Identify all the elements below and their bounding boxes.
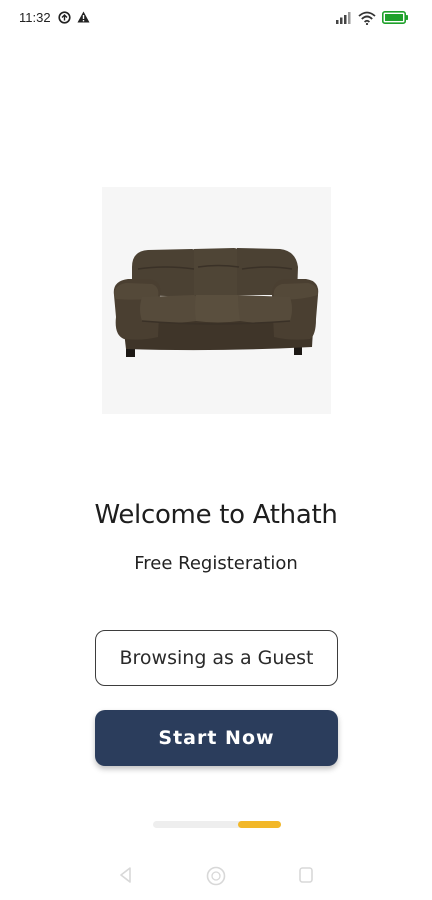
alert-triangle-icon [77, 11, 90, 23]
signal-icon [336, 12, 351, 24]
battery-icon [382, 11, 408, 24]
home-icon[interactable] [205, 866, 227, 886]
hero-image [102, 187, 331, 414]
back-icon[interactable] [118, 866, 132, 884]
welcome-title: Welcome to Athath [94, 500, 338, 530]
browse-as-guest-button[interactable]: Browsing as a Guest [95, 630, 338, 686]
status-bar: 11:32 [0, 0, 432, 38]
browse-as-guest-label: Browsing as a Guest [119, 647, 314, 669]
data-saver-icon [58, 11, 71, 24]
sofa-image [113, 248, 319, 357]
page-indicator-active [238, 821, 281, 828]
wifi-icon [358, 11, 376, 25]
status-time: 11:32 [19, 10, 51, 25]
start-now-label: Start Now [158, 727, 275, 749]
start-now-button[interactable]: Start Now [95, 710, 338, 766]
recents-icon[interactable] [298, 866, 314, 884]
welcome-subtitle: Free Registeration [134, 553, 298, 574]
